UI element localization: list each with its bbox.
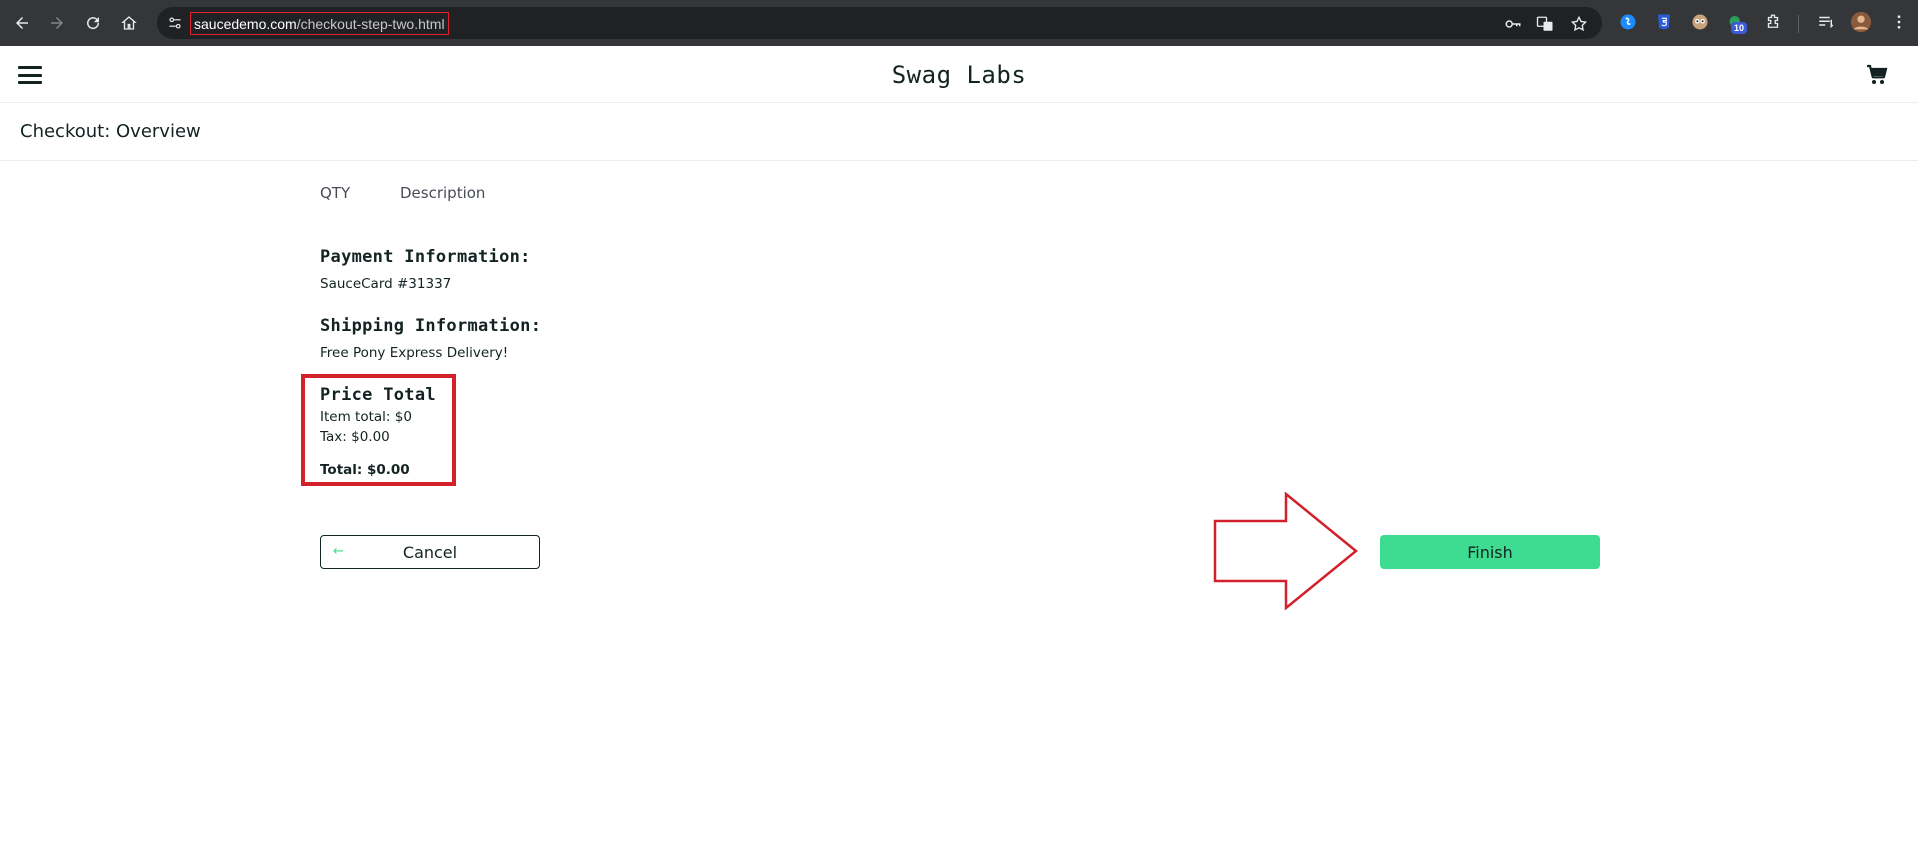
secondary-header: Checkout: Overview	[0, 103, 1918, 161]
profile-avatar-icon[interactable]	[1850, 11, 1872, 33]
owl-extension-icon[interactable]	[1689, 11, 1711, 33]
extension-badge: 10	[1731, 22, 1748, 34]
forward-icon[interactable]	[45, 11, 69, 35]
shopping-cart-icon[interactable]	[1864, 63, 1890, 87]
total-value: Total: $0.00	[320, 462, 410, 478]
url-text[interactable]: saucedemo.com/checkout-step-two.html	[190, 12, 449, 35]
tax-value: Tax: $0.00	[320, 429, 390, 445]
shipping-info-value: Free Pony Express Delivery!	[320, 345, 509, 361]
finish-button-label: Finish	[1467, 542, 1513, 562]
cancel-button[interactable]: ← Cancel	[320, 535, 540, 569]
shazam-extension-icon[interactable]	[1617, 11, 1639, 33]
url-path: /checkout-step-two.html	[296, 15, 445, 32]
description-column-label: Description	[400, 184, 486, 202]
cancel-button-label: Cancel	[402, 542, 458, 562]
payment-info-label: Payment Information:	[320, 247, 531, 267]
annotation-arrow-icon	[1213, 492, 1358, 610]
address-bar[interactable]: saucedemo.com/checkout-step-two.html	[157, 7, 1602, 39]
toolbar-divider	[1798, 15, 1799, 33]
home-icon[interactable]	[117, 11, 141, 35]
html-extension-icon[interactable]	[1653, 11, 1675, 33]
reload-icon[interactable]	[81, 11, 105, 35]
finish-button[interactable]: Finish	[1380, 535, 1600, 569]
extensions-puzzle-icon[interactable]	[1762, 11, 1784, 33]
password-key-icon[interactable]	[1502, 13, 1524, 35]
site-info-icon[interactable]	[165, 13, 185, 33]
qty-column-label: QTY	[320, 184, 351, 202]
reading-list-icon[interactable]	[1815, 11, 1837, 33]
page-title: Checkout: Overview	[20, 121, 201, 142]
browser-toolbar: saucedemo.com/checkout-step-two.html 10	[0, 0, 1918, 46]
url-domain: saucedemo.com	[194, 15, 297, 32]
back-arrow-icon: ←	[333, 544, 344, 559]
item-total-value: Item total: $0	[320, 409, 412, 425]
price-total-label: Price Total	[320, 385, 436, 405]
app-logo: Swag Labs	[891, 61, 1027, 89]
app-header: Swag Labs	[0, 46, 1918, 103]
back-icon[interactable]	[10, 11, 34, 35]
bookmark-star-icon[interactable]	[1568, 13, 1590, 35]
chrome-menu-icon[interactable]	[1888, 11, 1910, 33]
payment-info-value: SauceCard #31337	[320, 276, 452, 292]
shipping-info-label: Shipping Information:	[320, 316, 542, 336]
translate-icon[interactable]	[1534, 13, 1556, 35]
